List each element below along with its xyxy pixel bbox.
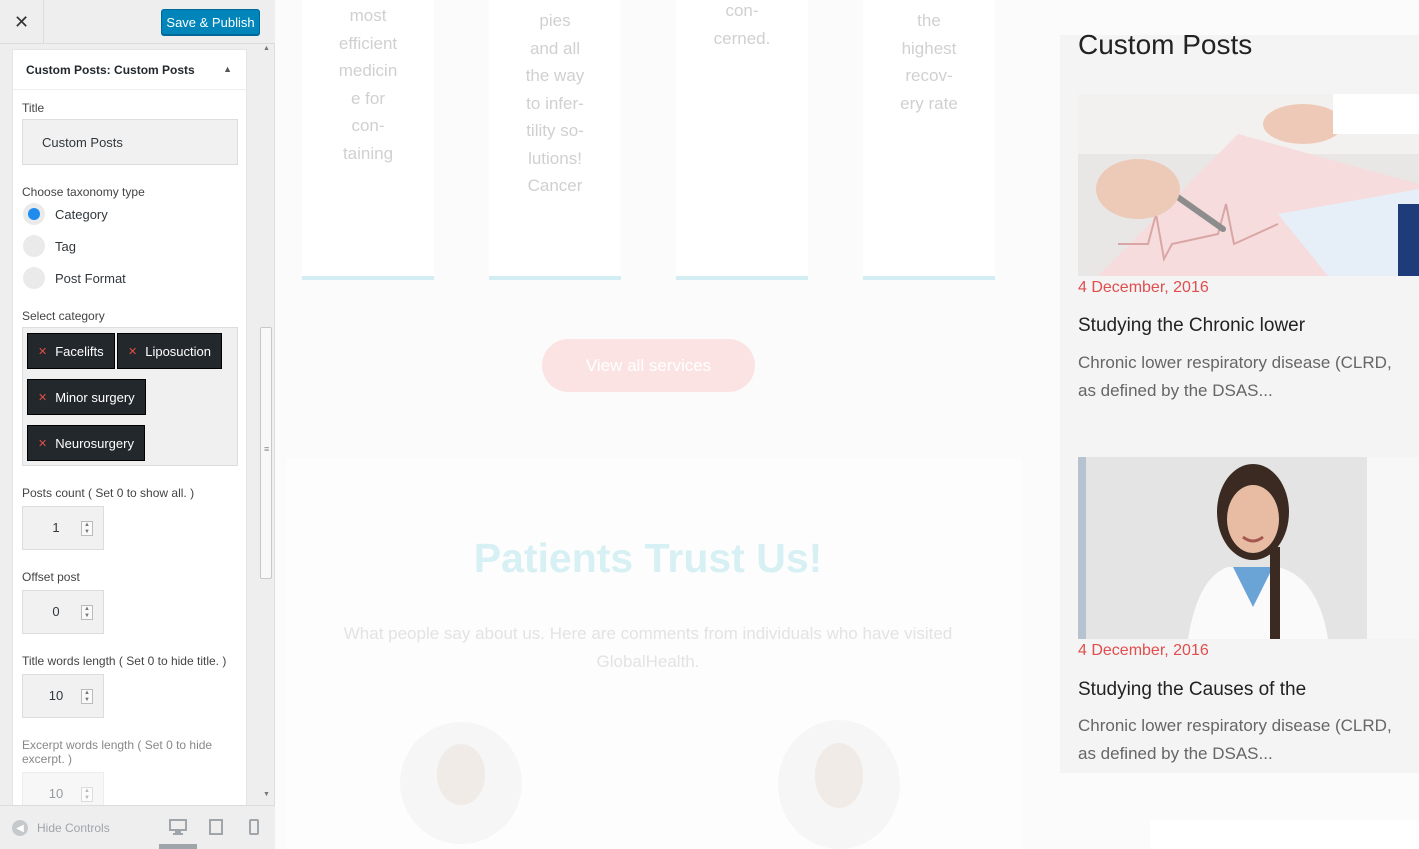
category-tag[interactable]: ✕ Neurosurgery xyxy=(27,425,145,461)
testimonials-title: Patients Trust Us! xyxy=(473,535,823,581)
service-text: most efficient medicin e for con-taining xyxy=(338,6,398,163)
title-words-input[interactable]: 10 ▲ ▼ xyxy=(22,674,104,718)
widget-title-bar[interactable]: Custom Posts: Custom Posts ▲ xyxy=(13,50,246,90)
post-title-link[interactable]: Studying the Chronic lower xyxy=(1078,315,1305,337)
excerpt-words-label: Excerpt words length ( Set 0 to hide exc… xyxy=(22,738,213,766)
service-card: the highest recov-ery rate xyxy=(863,0,995,280)
service-underline xyxy=(863,276,995,280)
radio-post-format[interactable]: Post Format xyxy=(22,262,237,294)
title-input[interactable]: Custom Posts xyxy=(22,119,238,165)
service-text: pies and all the way to infer-tility so-lut… xyxy=(525,11,585,195)
remove-icon[interactable]: ✕ xyxy=(38,391,47,404)
service-text: con-cerned. xyxy=(713,1,771,48)
tablet-icon[interactable] xyxy=(209,819,223,838)
offset-input[interactable]: 0 ▲ ▼ xyxy=(22,590,104,634)
radio-tag[interactable]: Tag xyxy=(22,230,237,262)
offset-label: Offset post xyxy=(22,570,80,584)
service-underline xyxy=(489,276,621,280)
post-excerpt: Chronic lower respiratory disease (CLRD,… xyxy=(1078,353,1392,400)
remove-icon[interactable]: ✕ xyxy=(38,345,47,358)
view-all-services-button[interactable]: View all services xyxy=(542,339,755,392)
collapse-arrow-icon[interactable]: ▲ xyxy=(223,64,232,74)
service-card: con-cerned. xyxy=(676,0,808,280)
testimonial-avatar xyxy=(400,722,522,844)
collapse-icon: ◀ xyxy=(12,820,28,836)
post-title-link[interactable]: Studying the Causes of the xyxy=(1078,679,1306,701)
hide-controls-button[interactable]: ◀ Hide Controls xyxy=(12,820,110,836)
ecg-paper-image xyxy=(1078,94,1419,276)
spinner-arrows-icon[interactable]: ▲ ▼ xyxy=(81,787,93,802)
post-date: 4 December, 2016 xyxy=(1078,642,1209,659)
service-text: the highest recov-ery rate xyxy=(900,11,958,113)
service-underline xyxy=(302,276,434,280)
scroll-down-arrow-icon[interactable]: ▼ xyxy=(263,791,270,798)
category-tag[interactable]: ✕ Facelifts xyxy=(27,333,115,369)
post-date: 4 December, 2016 xyxy=(1078,279,1209,296)
spinner-arrows-icon[interactable]: ▲ ▼ xyxy=(81,605,93,620)
spinner-arrows-icon[interactable]: ▲ ▼ xyxy=(81,521,93,536)
sidebar-title: Custom Posts xyxy=(1078,29,1253,60)
custom-posts-widget-preview: Custom Posts 4 December, 2016 Studying t… xyxy=(1060,29,1419,773)
widget-title-prefix: Custom Posts: xyxy=(26,62,111,77)
mobile-icon[interactable] xyxy=(249,819,259,838)
category-multiselect[interactable]: ✕ Facelifts ✕ Liposuction ✕ Minor surgery ✕… xyxy=(22,327,238,466)
posts-count-input[interactable]: 1 ▲ ▼ xyxy=(22,506,104,550)
controls-scroll-area[interactable]: Custom Posts: Custom Posts ▲ Title Custo… xyxy=(0,44,275,805)
post-thumbnail[interactable] xyxy=(1078,94,1419,276)
testimonial-avatar xyxy=(778,720,900,849)
service-card: pies and all the way to infer-tility so-lut… xyxy=(489,0,621,280)
grip-icon: ≡ xyxy=(264,444,270,454)
service-card: most efficient medicin e for con-taining xyxy=(302,0,434,280)
taxonomy-label: Choose taxonomy type xyxy=(22,185,145,199)
excerpt-words-input[interactable]: 10 ▲ ▼ xyxy=(22,772,104,805)
post-thumbnail[interactable] xyxy=(1078,457,1419,639)
spinner-arrows-icon[interactable]: ▲ ▼ xyxy=(81,689,93,704)
next-section-peek xyxy=(1150,820,1419,849)
desktop-icon[interactable] xyxy=(169,819,187,838)
radio-label: Category xyxy=(55,206,108,222)
radio-button-checked[interactable] xyxy=(23,203,45,225)
customizer-footer: ◀ Hide Controls xyxy=(0,805,275,849)
custom-posts-widget-form: Custom Posts: Custom Posts ▲ Title Custo… xyxy=(12,49,247,805)
category-tag[interactable]: ✕ Minor surgery xyxy=(27,379,146,415)
posts-count-label: Posts count ( Set 0 to show all. ) xyxy=(22,486,195,500)
radio-label: Tag xyxy=(55,238,76,254)
active-device-indicator xyxy=(159,844,197,849)
category-label: Select category xyxy=(22,309,105,323)
customizer-header: ✕ Save & Publish xyxy=(0,0,275,44)
widget-form-body: Title Custom Posts Choose taxonomy type … xyxy=(13,101,246,805)
radio-button[interactable] xyxy=(23,235,45,257)
doctor-portrait-image xyxy=(1078,457,1419,639)
title-words-label: Title words length ( Set 0 to hide title… xyxy=(22,654,227,668)
customizer-panel: ✕ Save & Publish Custom Posts: Custom Po… xyxy=(0,0,275,849)
radio-button[interactable] xyxy=(23,267,45,289)
post-excerpt: Chronic lower respiratory disease (CLRD,… xyxy=(1078,716,1392,763)
widget-title-name: Custom Posts xyxy=(114,62,195,77)
remove-icon[interactable]: ✕ xyxy=(128,345,137,358)
close-icon[interactable]: ✕ xyxy=(0,0,44,44)
category-tag[interactable]: ✕ Liposuction xyxy=(117,333,222,369)
testimonials-subtitle: What people say about us. Here are comme… xyxy=(343,624,953,671)
service-underline xyxy=(676,276,808,280)
scroll-up-arrow-icon[interactable]: ▲ xyxy=(263,45,270,52)
radio-category[interactable]: Category xyxy=(22,198,237,230)
radio-label: Post Format xyxy=(55,270,126,286)
scrollbar-thumb[interactable]: ≡ xyxy=(260,327,272,579)
remove-icon[interactable]: ✕ xyxy=(38,437,47,450)
save-publish-button[interactable]: Save & Publish xyxy=(161,9,260,35)
title-label: Title xyxy=(22,101,45,115)
